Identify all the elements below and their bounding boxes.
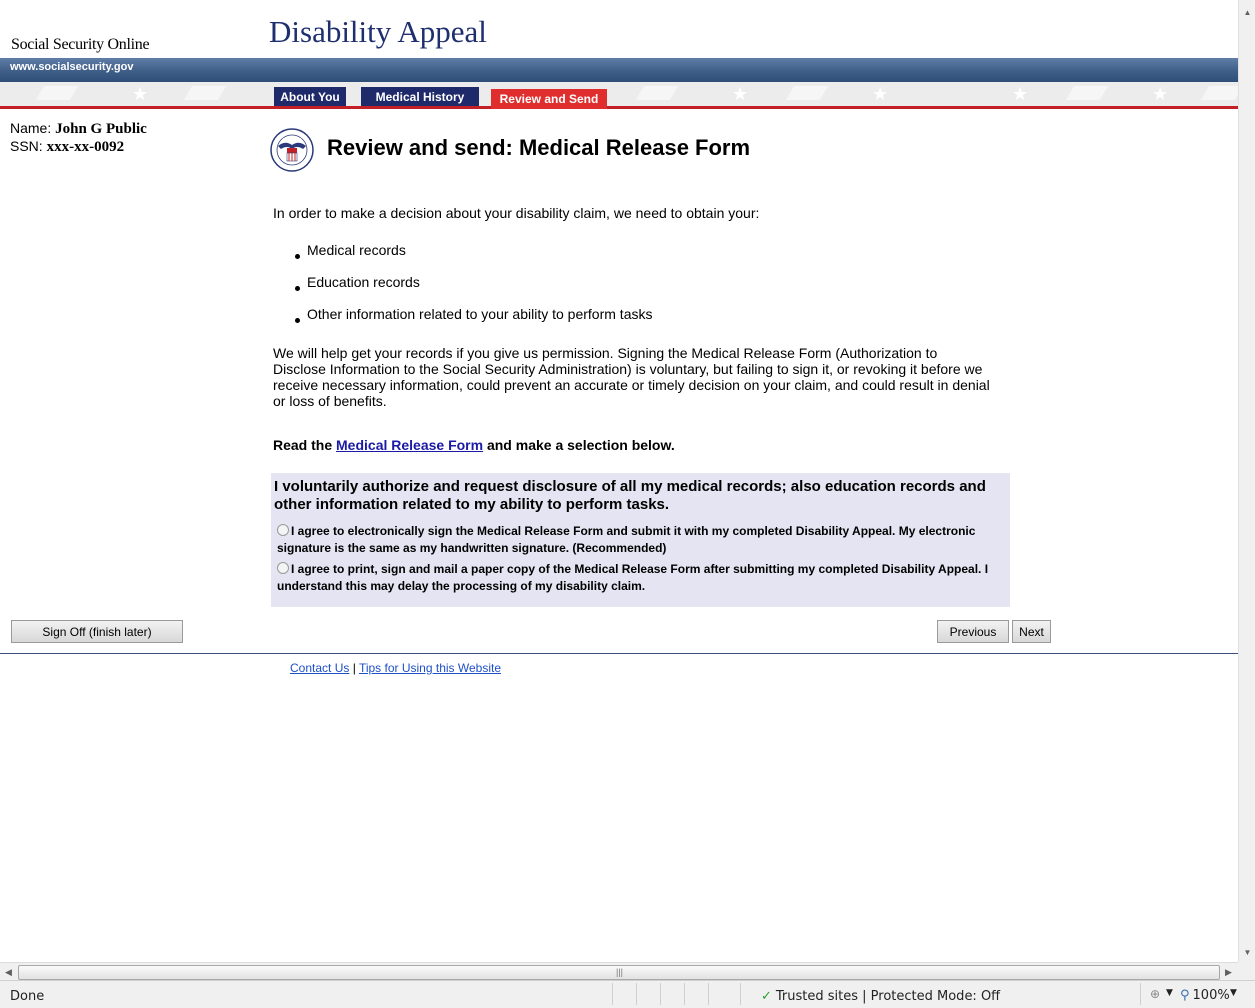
list-item: Medical records bbox=[295, 242, 652, 274]
user-name-row: Name: John G Public bbox=[10, 120, 147, 138]
security-zone[interactable]: ✓ Trusted sites | Protected Mode: Off bbox=[761, 989, 1000, 1004]
medical-release-form-link[interactable]: Medical Release Form bbox=[336, 437, 483, 453]
horizontal-scrollbar[interactable]: ◀ ||| ▶ bbox=[0, 962, 1238, 981]
grip-icon: ||| bbox=[616, 967, 624, 977]
radio-electronic-sign[interactable] bbox=[277, 524, 289, 536]
list-item-label: Other information related to your abilit… bbox=[307, 306, 653, 322]
checkmark-icon: ✓ bbox=[761, 989, 772, 1004]
scroll-right-icon[interactable]: ▶ bbox=[1220, 963, 1237, 981]
magnifier-icon: ⚲ bbox=[1180, 988, 1190, 1003]
browser-content: Social Security Online Disability Appeal… bbox=[0, 0, 1238, 962]
flag-band: ★ ★ ★ ★ ★ bbox=[0, 82, 1238, 106]
consent-heading: I voluntarily authorize and request disc… bbox=[274, 478, 986, 513]
flag-stripe bbox=[183, 86, 227, 100]
status-divider bbox=[660, 983, 661, 1005]
status-text: Done bbox=[10, 989, 45, 1004]
tab-about-you[interactable]: About You bbox=[274, 87, 346, 106]
star-icon: ★ bbox=[1152, 84, 1169, 104]
bullet-icon bbox=[295, 254, 300, 259]
option-label: I agree to print, sign and mail a paper … bbox=[277, 562, 989, 593]
scroll-corner bbox=[1238, 962, 1255, 980]
header-bar: www.socialsecurity.gov bbox=[0, 58, 1238, 82]
user-ssn-row: SSN: xxx-xx-0092 bbox=[10, 138, 147, 156]
flag-stripe bbox=[785, 86, 829, 100]
app-title: Disability Appeal bbox=[269, 14, 487, 49]
consent-box: I voluntarily authorize and request disc… bbox=[271, 473, 1010, 607]
user-ssn: xxx-xx-0092 bbox=[46, 139, 125, 155]
site-url: www.socialsecurity.gov bbox=[10, 61, 134, 73]
status-bar: Done ✓ Trusted sites | Protected Mode: Of… bbox=[0, 980, 1255, 1008]
globe-icon[interactable]: ⊕ bbox=[1150, 987, 1160, 1001]
chevron-down-icon[interactable]: ▼ bbox=[1166, 988, 1173, 998]
intro-text: In order to make a decision about your d… bbox=[273, 205, 760, 221]
bullet-icon bbox=[295, 318, 300, 323]
radio-paper-sign[interactable] bbox=[277, 562, 289, 574]
chevron-down-icon[interactable]: ▼ bbox=[1230, 988, 1237, 998]
next-button[interactable]: Next bbox=[1012, 620, 1051, 643]
previous-button[interactable]: Previous bbox=[937, 620, 1009, 643]
status-divider bbox=[612, 983, 613, 1005]
list-item: Other information related to your abilit… bbox=[295, 306, 652, 338]
star-icon: ★ bbox=[732, 84, 749, 104]
status-divider bbox=[740, 983, 741, 1005]
flag-stripe bbox=[1200, 86, 1238, 100]
site-name[interactable]: Social Security Online bbox=[11, 36, 150, 54]
user-info: Name: John G Public SSN: xxx-xx-0092 bbox=[10, 120, 147, 156]
status-divider bbox=[636, 983, 637, 1005]
vertical-scrollbar[interactable]: ▲ ▼ bbox=[1238, 0, 1255, 962]
read-suffix: and make a selection below. bbox=[486, 437, 675, 453]
star-icon: ★ bbox=[872, 84, 889, 104]
star-icon: ★ bbox=[1012, 84, 1029, 104]
user-name: John G Public bbox=[55, 121, 147, 137]
zoom-level: 100% bbox=[1192, 988, 1230, 1003]
page-title: Review and send: Medical Release Form bbox=[327, 135, 751, 160]
red-rule bbox=[0, 106, 1238, 109]
list-item-label: Medical records bbox=[307, 242, 406, 258]
zoom-control[interactable]: ⚲ 100% bbox=[1180, 988, 1230, 1003]
list-item-label: Education records bbox=[307, 274, 420, 290]
permission-paragraph: We will help get your records if you giv… bbox=[273, 345, 990, 409]
flag-stripe bbox=[35, 86, 79, 100]
read-prefix: Read the bbox=[273, 437, 333, 453]
ssa-seal-icon bbox=[270, 128, 314, 172]
bullet-icon bbox=[295, 286, 300, 291]
status-divider bbox=[1140, 983, 1141, 1005]
scroll-thumb[interactable]: ||| bbox=[18, 965, 1220, 980]
name-label: Name: bbox=[10, 120, 52, 136]
read-instruction: Read the Medical Release Form and make a… bbox=[273, 437, 675, 453]
tips-link[interactable]: Tips for Using this Website bbox=[359, 661, 501, 675]
star-icon: ★ bbox=[132, 84, 149, 104]
flag-stripe bbox=[1065, 86, 1109, 100]
list-item: Education records bbox=[295, 274, 652, 306]
zone-label: Trusted sites | Protected Mode: Off bbox=[775, 989, 1001, 1004]
scroll-up-icon[interactable]: ▲ bbox=[1239, 4, 1255, 21]
consent-option-electronic[interactable]: I agree to electronically sign the Medic… bbox=[277, 523, 1003, 557]
sign-off-button[interactable]: Sign Off (finish later) bbox=[11, 620, 183, 643]
contact-us-link[interactable]: Contact Us bbox=[290, 661, 349, 675]
records-list: Medical records Education records Other … bbox=[295, 242, 652, 338]
status-divider bbox=[708, 983, 709, 1005]
tab-medical-history[interactable]: Medical History bbox=[361, 87, 479, 106]
footer-links: Contact Us | Tips for Using this Website bbox=[290, 661, 501, 675]
scroll-left-icon[interactable]: ◀ bbox=[0, 963, 17, 981]
ssn-label: SSN: bbox=[10, 138, 43, 154]
footer-separator: | bbox=[352, 661, 356, 675]
flag-stripe bbox=[635, 86, 679, 100]
tab-review-and-send[interactable]: Review and Send bbox=[491, 89, 607, 109]
consent-option-paper[interactable]: I agree to print, sign and mail a paper … bbox=[277, 561, 1003, 595]
footer-rule bbox=[0, 653, 1238, 654]
status-divider bbox=[684, 983, 685, 1005]
option-label: I agree to electronically sign the Medic… bbox=[277, 524, 976, 555]
scroll-down-icon[interactable]: ▼ bbox=[1239, 944, 1255, 961]
